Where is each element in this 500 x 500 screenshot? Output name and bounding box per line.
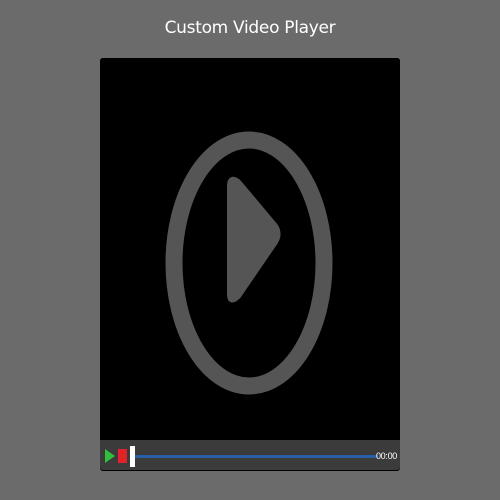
video-screen[interactable] xyxy=(100,58,400,438)
play-icon[interactable] xyxy=(105,449,115,463)
time-display: 00:00 xyxy=(375,451,397,461)
controls-bar: 00:00 xyxy=(100,440,400,470)
page: Custom Video Player 00:00 xyxy=(0,0,500,500)
video-player xyxy=(100,58,400,471)
progress-handle[interactable] xyxy=(130,446,135,467)
play-circle-icon[interactable] xyxy=(100,58,400,438)
stop-icon[interactable] xyxy=(118,449,127,463)
progress-bar[interactable] xyxy=(132,455,378,458)
page-title: Custom Video Player xyxy=(164,18,336,38)
